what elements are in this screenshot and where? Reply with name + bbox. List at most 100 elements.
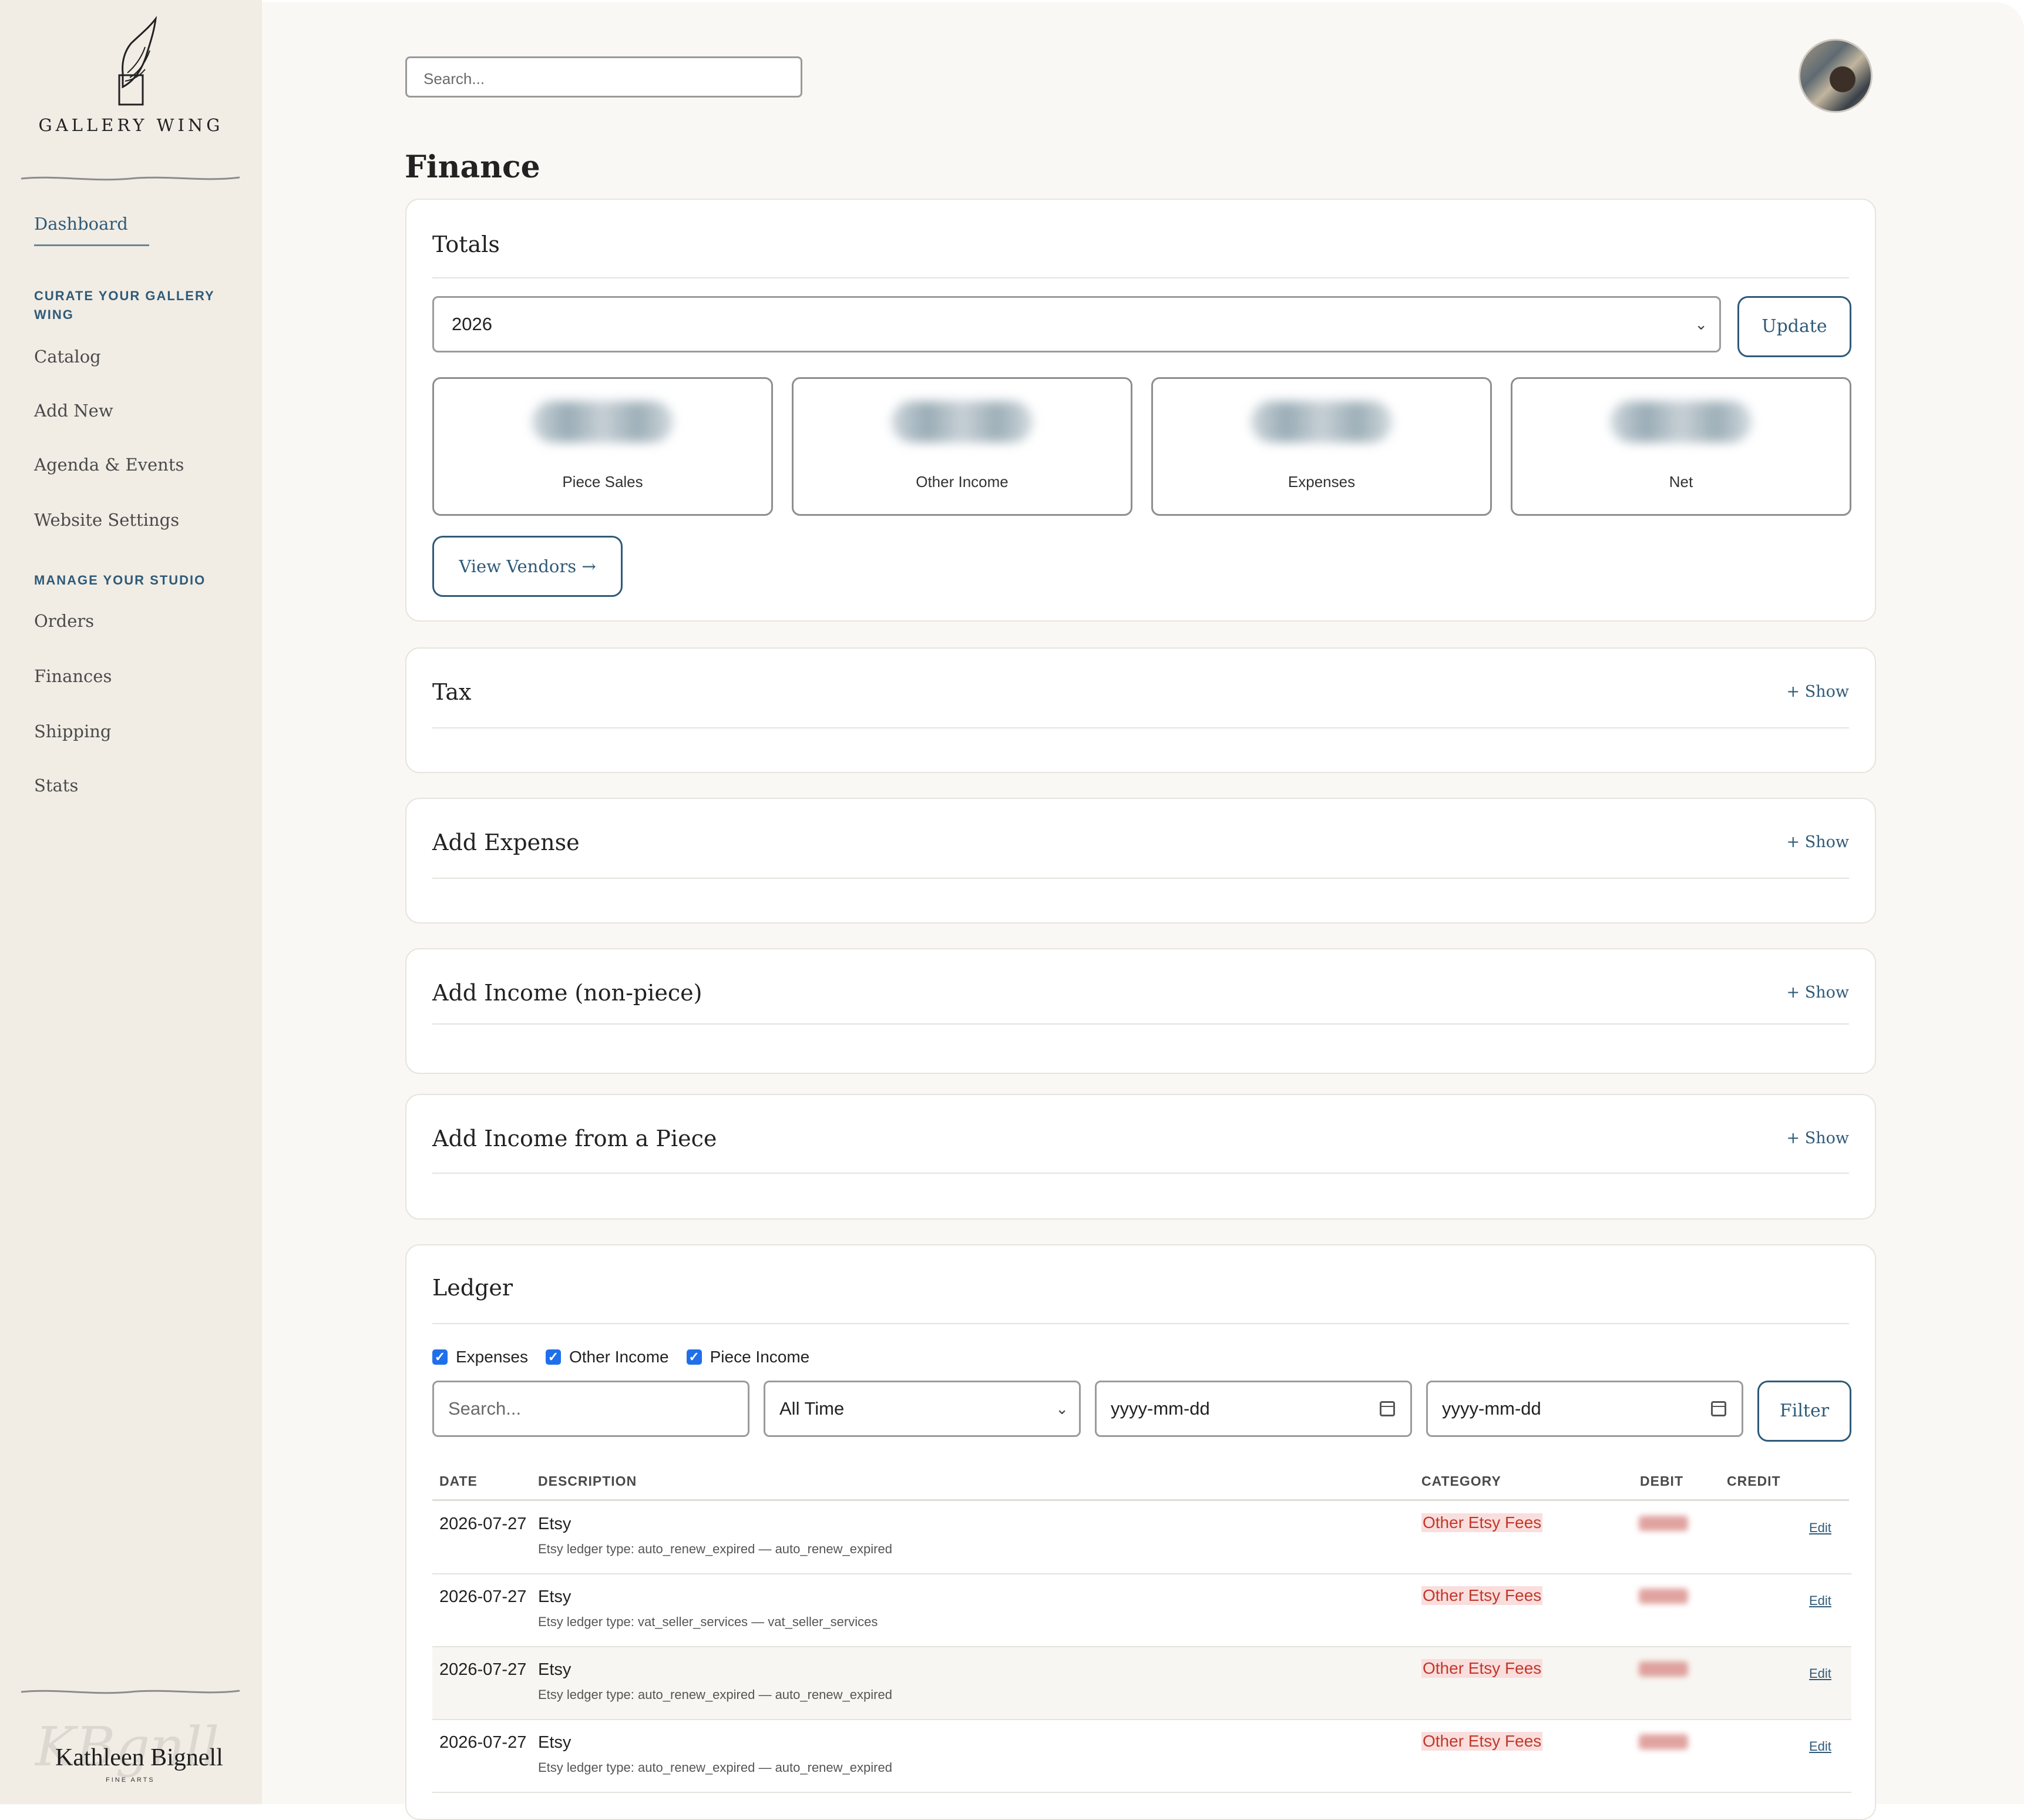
stat-expenses: Expenses — [1151, 377, 1492, 516]
stat-label: Expenses — [1288, 473, 1356, 491]
redacted-value — [1251, 401, 1392, 442]
nav-orders[interactable]: Orders — [34, 611, 94, 631]
row-description: Etsy — [538, 1660, 572, 1679]
time-range-select[interactable]: All Time ⌄ — [764, 1381, 1081, 1437]
divider — [21, 1690, 240, 1694]
card-title: Totals — [432, 231, 500, 257]
edit-link[interactable]: Edit — [1809, 1739, 1831, 1754]
show-toggle[interactable]: + Show — [1787, 683, 1849, 701]
row-detail: Etsy ledger type: auto_renew_expired — a… — [538, 1542, 892, 1556]
nav-catalog[interactable]: Catalog — [34, 347, 101, 367]
edit-link[interactable]: Edit — [1809, 1666, 1831, 1681]
global-search-input[interactable]: Search... — [405, 56, 802, 98]
table-header-divider — [432, 1499, 1849, 1501]
artist-name: Kathleen Bignell — [55, 1744, 223, 1771]
divider — [432, 727, 1849, 728]
brand-logo[interactable]: GALLERY WING — [0, 16, 262, 135]
ledger-card: Ledger ✓ Expenses ✓ Other Income ✓ Piece… — [405, 1244, 1876, 1820]
divider — [432, 277, 1849, 278]
row-date: 2026-07-27 — [439, 1733, 527, 1752]
redacted-value — [1611, 401, 1752, 442]
totals-card: Totals 2026 ⌄ Update Piece Sales Other I… — [405, 199, 1876, 622]
brand-name: GALLERY WING — [38, 115, 224, 135]
category-badge: Other Etsy Fees — [1421, 1586, 1543, 1605]
nav-finances[interactable]: Finances — [34, 666, 112, 686]
column-header-date[interactable]: DATE — [439, 1473, 478, 1489]
table-row: 2026-07-27 Etsy Etsy ledger type: vat_se… — [432, 1574, 1851, 1647]
table-row: 2026-07-27 Etsy Etsy ledger type: auto_r… — [432, 1720, 1851, 1793]
row-description: Etsy — [538, 1733, 572, 1752]
card-title: Add Income from a Piece — [432, 1126, 717, 1151]
filter-button[interactable]: Filter — [1757, 1381, 1851, 1442]
column-header-description[interactable]: DESCRIPTION — [538, 1473, 637, 1489]
ledger-search-input[interactable]: Search... — [432, 1381, 749, 1437]
checkbox-expenses[interactable]: ✓ — [432, 1349, 448, 1365]
page-title: Finance — [405, 149, 540, 185]
add-expense-card: Add Expense + Show — [405, 798, 1876, 924]
table-row: 2026-07-27 Etsy Etsy ledger type: auto_r… — [432, 1502, 1851, 1574]
nav-dashboard[interactable]: Dashboard — [34, 214, 128, 234]
date-from-input[interactable]: yyyy-mm-dd — [1095, 1381, 1412, 1437]
section-heading-manage: MANAGE YOUR STUDIO — [34, 573, 206, 587]
sidebar: GALLERY WING Dashboard CURATE YOUR GALLE… — [0, 0, 262, 1804]
year-value: 2026 — [452, 314, 492, 334]
chevron-down-icon: ⌄ — [1055, 1400, 1068, 1418]
date-placeholder: yyyy-mm-dd — [1111, 1398, 1210, 1419]
checkbox-label: Expenses — [456, 1348, 528, 1366]
redacted-value — [892, 401, 1033, 442]
redacted-debit — [1639, 1734, 1688, 1750]
category-badge: Other Etsy Fees — [1421, 1732, 1543, 1751]
chevron-down-icon: ⌄ — [1695, 315, 1707, 333]
add-income-card: Add Income (non-piece) + Show — [405, 948, 1876, 1074]
stat-net: Net — [1511, 377, 1851, 516]
redacted-debit — [1639, 1589, 1688, 1604]
checkbox-other-income[interactable]: ✓ — [545, 1349, 561, 1365]
nav-website-settings[interactable]: Website Settings — [34, 510, 179, 530]
stat-label: Other Income — [916, 473, 1009, 491]
row-date: 2026-07-27 — [439, 1515, 527, 1533]
edit-link[interactable]: Edit — [1809, 1593, 1831, 1609]
card-title: Add Expense — [432, 830, 580, 855]
tax-card: Tax + Show — [405, 647, 1876, 773]
nav-add-new[interactable]: Add New — [34, 401, 113, 421]
row-description: Etsy — [538, 1587, 572, 1606]
section-heading-curate: CURATE YOUR GALLERY WING — [34, 288, 215, 322]
ledger-type-filters: ✓ Expenses ✓ Other Income ✓ Piece Income — [432, 1345, 827, 1369]
calendar-icon[interactable] — [1711, 1401, 1726, 1416]
divider — [21, 176, 240, 181]
stat-label: Net — [1669, 473, 1693, 491]
view-vendors-button[interactable]: View Vendors → — [432, 536, 623, 597]
column-header-credit[interactable]: CREDIT — [1727, 1473, 1781, 1489]
nav-stats[interactable]: Stats — [34, 775, 78, 795]
table-row: 2026-07-27 Etsy Etsy ledger type: auto_r… — [432, 1647, 1851, 1720]
row-divider — [432, 1792, 1851, 1793]
nav-agenda-events[interactable]: Agenda & Events — [34, 455, 184, 475]
checkbox-label: Other Income — [569, 1348, 669, 1366]
card-title: Add Income (non-piece) — [432, 980, 702, 1006]
row-date: 2026-07-27 — [439, 1587, 527, 1606]
column-header-category[interactable]: CATEGORY — [1421, 1473, 1501, 1489]
redacted-value — [532, 401, 673, 442]
show-toggle[interactable]: + Show — [1787, 833, 1849, 851]
row-detail: Etsy ledger type: vat_seller_services — … — [538, 1614, 878, 1629]
year-select[interactable]: 2026 ⌄ — [432, 296, 1721, 352]
redacted-debit — [1639, 1661, 1688, 1677]
wing-logo-icon — [118, 16, 157, 106]
main-content: Search... Finance Totals 2026 ⌄ Update P… — [262, 2, 2024, 1820]
user-avatar[interactable] — [1799, 39, 1873, 113]
active-underline — [34, 244, 149, 246]
checkbox-piece-income[interactable]: ✓ — [686, 1349, 702, 1365]
column-header-debit[interactable]: DEBIT — [1640, 1473, 1683, 1489]
calendar-icon[interactable] — [1380, 1401, 1395, 1416]
show-toggle[interactable]: + Show — [1787, 983, 1849, 1002]
divider — [432, 878, 1849, 879]
row-detail: Etsy ledger type: auto_renew_expired — a… — [538, 1687, 892, 1702]
stat-other-income: Other Income — [792, 377, 1132, 516]
nav-shipping[interactable]: Shipping — [34, 721, 111, 741]
edit-link[interactable]: Edit — [1809, 1520, 1831, 1536]
date-to-input[interactable]: yyyy-mm-dd — [1426, 1381, 1743, 1437]
update-button[interactable]: Update — [1737, 296, 1851, 357]
show-toggle[interactable]: + Show — [1787, 1129, 1849, 1147]
category-badge: Other Etsy Fees — [1421, 1513, 1543, 1532]
artist-subtitle: FINE ARTS — [106, 1777, 155, 1784]
